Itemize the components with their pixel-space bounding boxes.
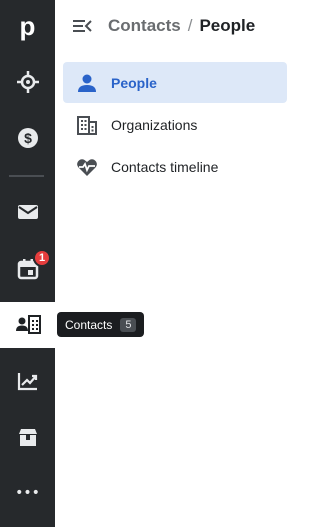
pipedrive-logo-icon: p	[19, 10, 36, 41]
collapse-menu-icon	[73, 20, 92, 32]
nav-more[interactable]: •••	[0, 470, 55, 516]
target-icon	[16, 71, 39, 93]
notification-badge: 1	[33, 249, 51, 267]
breadcrumb-parent[interactable]: Contacts	[108, 16, 181, 36]
collapse-sidebar-button[interactable]	[56, 0, 108, 52]
mail-icon	[17, 205, 38, 219]
logo-button[interactable]: p	[0, 3, 55, 49]
nav-contacts[interactable]	[0, 302, 56, 348]
nav-item-label: Organizations	[111, 116, 198, 133]
main-sidebar: p $ 1 •••	[0, 0, 56, 527]
nav-deals[interactable]: $	[0, 115, 55, 161]
contacts-tooltip: Contacts 5	[57, 312, 145, 337]
header: Contacts / People	[56, 0, 294, 52]
trend-icon	[17, 373, 37, 391]
dollar-icon: $	[17, 128, 38, 148]
nav-mail[interactable]	[0, 189, 55, 235]
more-icon: •••	[15, 485, 40, 501]
breadcrumb: Contacts / People	[108, 16, 255, 36]
tooltip-label: Contacts	[65, 317, 113, 332]
breadcrumb-separator: /	[187, 16, 193, 35]
contacts-icon	[16, 315, 41, 334]
nav-activities[interactable]: 1	[0, 246, 55, 292]
nav-item-label: Contacts timeline	[111, 158, 219, 175]
rail-divider	[9, 175, 44, 177]
box-icon	[18, 429, 37, 446]
nav-insights[interactable]	[0, 358, 55, 404]
person-icon	[78, 74, 96, 92]
nav-item-contacts-timeline[interactable]: Contacts timeline	[63, 146, 287, 187]
nav-products[interactable]	[0, 414, 55, 460]
nav-focus[interactable]	[0, 59, 55, 105]
building-icon	[77, 115, 97, 135]
nav-item-organizations[interactable]: Organizations	[63, 104, 287, 145]
nav-item-label: People	[111, 74, 157, 91]
pulse-icon	[77, 158, 97, 176]
tooltip-count-badge: 5	[120, 317, 137, 332]
svg-text:$: $	[24, 130, 32, 146]
nav-item-people[interactable]: People	[63, 62, 287, 103]
page-title: People	[199, 16, 256, 35]
contacts-nav: People Organizations Contacts timeline	[63, 62, 287, 188]
